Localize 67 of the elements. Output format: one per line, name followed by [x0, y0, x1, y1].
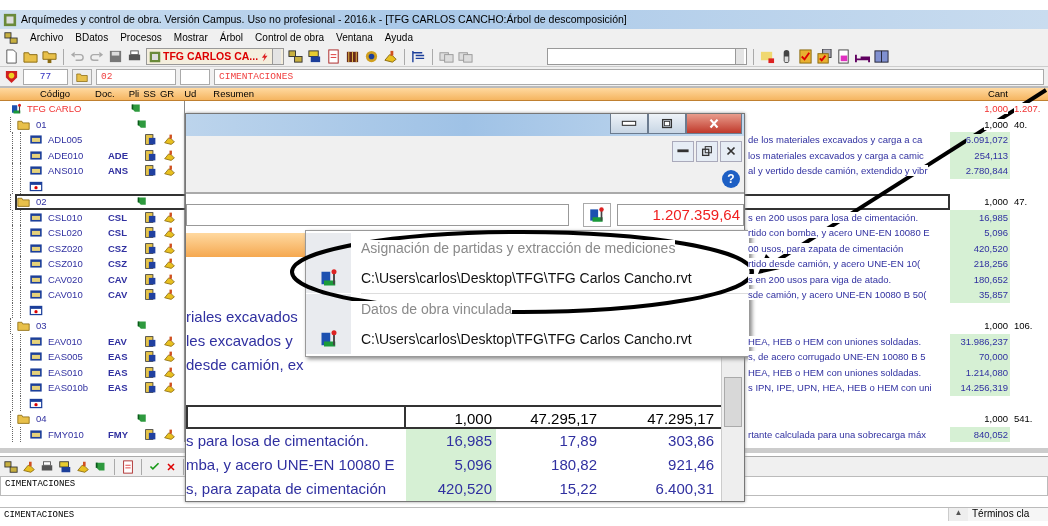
table-cell-text: 47.295,17: [646, 409, 715, 427]
table-cell: 1.207.: [1014, 103, 1041, 115]
table-cell: 5,096: [406, 453, 496, 477]
window-title: Arquímedes y control de obra. Versión Campus. Uso no profesional - 2016.k - [TFG CARLOS CANCHO:Árbol de descomposición]: [21, 13, 627, 26]
table-cell-text: 6.400,31: [654, 479, 715, 499]
table-cell: rtante calculada para una sobrecarga máx: [748, 428, 926, 440]
doc-code: CSZ: [108, 258, 128, 270]
table-cell: 47.: [1014, 196, 1028, 208]
menu-header: Asignación de partidas y extracción de mediciones: [351, 239, 676, 257]
doc-code: CAV: [108, 289, 129, 301]
table-cell: s en 200 usos para losa de cimentación.: [748, 211, 919, 223]
table-cell: 420,520: [406, 477, 496, 501]
doc-code: CSZ: [108, 242, 128, 254]
table-cell: 35,857: [978, 289, 1008, 300]
table-cell: 1,000: [984, 320, 1008, 331]
table-cell-text: 17,89: [558, 431, 598, 451]
table-cell: 1,000: [984, 103, 1008, 114]
doc-code: ANS: [108, 165, 130, 177]
table-cell-text: 47.295,17: [529, 409, 598, 427]
summary-text: riales excavados: [186, 307, 298, 327]
table-cell-text: 180,82: [550, 455, 598, 475]
summary-field: CIMENTACIONES: [214, 68, 1044, 85]
table-cell-text: mba, y acero UNE-EN 10080 E: [186, 455, 396, 475]
table-cell: 2.780,844: [965, 165, 1008, 176]
table-cell: 106.: [1014, 320, 1033, 332]
table-cell: s, de acero corrugado UNE-EN 10080 B 5: [748, 351, 926, 362]
table-cell: de los materiales excavados y carga a ca: [748, 134, 923, 145]
table-cell-text: 15,22: [558, 479, 598, 499]
table-cell: 218,256: [973, 258, 1008, 269]
table-cell: 541.: [1014, 413, 1033, 425]
doc-code: FMY: [108, 428, 130, 440]
total-field: 1.207.359,64: [617, 204, 744, 227]
table-cell: 6.091,072: [965, 134, 1008, 145]
table-cell: rtido con bomba, y acero UNE-EN 10080 E: [748, 227, 930, 238]
doc-code: EAS: [108, 351, 129, 363]
table-cell: rtido desde camión, y acero UNE-EN 10(: [748, 258, 921, 269]
chapter-field: 02: [96, 68, 176, 85]
table-cell: sde camión, y acero UNE-EN 10080 B 50(: [748, 289, 927, 300]
doc-code: EAV: [108, 335, 128, 347]
table-cell: 00 usos, para zapata de cimentación: [748, 242, 904, 254]
doc-code: EAS: [108, 366, 129, 378]
table-cell: 16,985: [406, 429, 496, 453]
doc-code: CAV: [108, 273, 129, 285]
count-field: 77: [23, 68, 68, 85]
table-cell: 14.256,319: [960, 382, 1008, 393]
table-cell: 1,000: [984, 118, 1008, 130]
table-cell-text: 1,000: [453, 409, 493, 427]
table-cell-text: 921,46: [667, 455, 715, 475]
summary-text: desde camión, ex: [186, 355, 304, 375]
table-cell: 70,000: [978, 351, 1008, 362]
table-cell: 1,000: [984, 413, 1008, 424]
table-cell: los materiales excavados y carga a camic: [748, 149, 924, 161]
table-cell: s en 200 usos para viga de atado.: [748, 273, 892, 285]
table-cell: HEA, HEB o HEM con uniones soldadas.: [748, 366, 922, 378]
doc-code: CSL: [108, 227, 128, 239]
doc-code: EAS: [108, 382, 129, 394]
table-cell: s IPN, IPE, UPN, HEA, HEB o HEM con uni: [748, 382, 932, 393]
table-cell: HEA, HEB o HEM con uniones soldadas.: [748, 335, 922, 347]
table-cell: 5,096: [984, 227, 1008, 238]
doc-code: CSL: [108, 211, 128, 223]
table-cell-text: 303,86: [667, 431, 715, 451]
table-cell: 1,000: [984, 196, 1008, 207]
summary-text: les excavados y: [186, 331, 293, 351]
table-cell-text: s, para zapata de cimentación: [186, 479, 388, 499]
table-cell-text: s para losa de cimentación.: [186, 431, 370, 451]
table-cell: al y vertido desde camión, extendido y vibr: [748, 165, 928, 176]
doc-code: ADE: [108, 149, 130, 161]
